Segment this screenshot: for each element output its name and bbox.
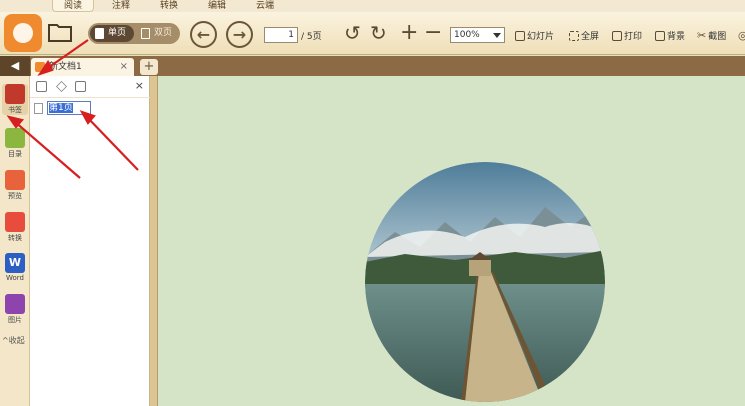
background-icon bbox=[655, 30, 665, 41]
bookmark-panel: × 第1页 bbox=[30, 76, 150, 406]
sidebar-item-image[interactable]: 图片 bbox=[2, 294, 28, 325]
open-folder-icon[interactable] bbox=[48, 22, 72, 42]
arrow-left-icon: ← bbox=[196, 25, 211, 44]
convert-icon bbox=[5, 212, 25, 232]
document-tab-bar: ◀ 新文档1 × + bbox=[0, 56, 745, 76]
scissors-icon: ✂ bbox=[697, 29, 707, 42]
single-page-icon bbox=[95, 28, 104, 39]
bookmark-toolbar: × bbox=[30, 76, 150, 98]
preview-icon bbox=[5, 170, 25, 190]
page-number-input[interactable]: 1 bbox=[264, 27, 298, 43]
toolbar: 单页 双页 ← → 1 / 5页 ↺ ↻ + − 100% 幻灯片 全屏 打印 … bbox=[0, 12, 745, 55]
page-icon bbox=[34, 102, 43, 114]
document-viewer[interactable] bbox=[158, 76, 745, 406]
zoom-out-icon[interactable]: − bbox=[424, 22, 442, 44]
single-page-button[interactable]: 单页 bbox=[90, 25, 134, 42]
zoom-in-icon[interactable]: + bbox=[400, 22, 418, 44]
close-tab-icon[interactable]: × bbox=[120, 58, 128, 76]
panel-splitter[interactable] bbox=[150, 76, 158, 406]
fullscreen-button[interactable]: 全屏 bbox=[569, 29, 599, 42]
menu-tab-edit[interactable]: 编辑 bbox=[196, 0, 238, 12]
bookmark-item[interactable]: 第1页 bbox=[34, 101, 91, 115]
page-total: / 5页 bbox=[301, 32, 322, 42]
chevron-down-icon bbox=[493, 33, 501, 38]
app-logo bbox=[4, 14, 42, 52]
document-tab[interactable]: 新文档1 × bbox=[31, 58, 134, 76]
screenshot-button[interactable]: ✂ 截图 bbox=[697, 29, 726, 42]
chevron-up-icon: ^ bbox=[2, 336, 9, 345]
word-icon: W bbox=[5, 253, 25, 273]
menu-tab-convert[interactable]: 转换 bbox=[148, 0, 190, 12]
background-button[interactable]: 背景 bbox=[655, 29, 685, 42]
bookmark-icon bbox=[5, 84, 25, 104]
zoom-select[interactable]: 100% bbox=[450, 27, 505, 43]
menu-tab-annotate[interactable]: 注释 bbox=[100, 0, 142, 12]
slideshow-icon bbox=[515, 30, 525, 41]
slideshow-button[interactable]: 幻灯片 bbox=[515, 29, 554, 42]
sidebar-item-bookmark[interactable]: 书签 bbox=[2, 84, 28, 115]
more-tools-icon[interactable]: ◎ bbox=[738, 29, 745, 42]
double-page-button[interactable]: 双页 bbox=[136, 25, 178, 42]
fullscreen-icon bbox=[569, 30, 579, 41]
add-bookmark-icon[interactable] bbox=[36, 81, 47, 92]
rotate-left-icon[interactable]: ↺ bbox=[344, 22, 361, 44]
toc-icon bbox=[5, 128, 25, 148]
bookmark-name-input[interactable]: 第1页 bbox=[47, 101, 91, 115]
rotate-right-icon[interactable]: ↻ bbox=[370, 22, 387, 44]
printer-icon bbox=[612, 30, 622, 41]
page-view-toggle: 单页 双页 bbox=[88, 23, 180, 44]
delete-bookmark-icon[interactable] bbox=[75, 81, 86, 92]
sidebar-collapse-button[interactable]: ^收起 bbox=[2, 335, 25, 346]
landscape-image bbox=[365, 162, 605, 402]
arrow-right-icon: → bbox=[232, 25, 247, 44]
menu-bar: 阅读 注释 转换 编辑 云端 bbox=[0, 0, 745, 12]
left-icon-bar: 书签 目录 预览 转换 W Word 图片 ^收起 bbox=[0, 76, 30, 406]
next-page-button[interactable]: → bbox=[226, 21, 253, 48]
prev-page-button[interactable]: ← bbox=[190, 21, 217, 48]
sidebar-item-word[interactable]: W Word bbox=[2, 253, 28, 282]
double-page-icon bbox=[141, 28, 150, 39]
close-panel-icon[interactable]: × bbox=[135, 79, 144, 92]
image-icon bbox=[5, 294, 25, 314]
sidebar-item-convert[interactable]: 转换 bbox=[2, 212, 28, 243]
print-button[interactable]: 打印 bbox=[612, 29, 642, 42]
document-icon bbox=[35, 62, 45, 72]
add-tab-button[interactable]: + bbox=[140, 59, 158, 75]
sidebar-collapse-icon[interactable]: ◀ bbox=[0, 56, 30, 76]
sidebar-item-toc[interactable]: 目录 bbox=[2, 128, 28, 159]
menu-tab-read[interactable]: 阅读 bbox=[52, 0, 94, 12]
sidebar-item-preview[interactable]: 预览 bbox=[2, 170, 28, 201]
menu-tab-cloud[interactable]: 云端 bbox=[244, 0, 286, 12]
edit-bookmark-icon[interactable] bbox=[56, 81, 67, 92]
